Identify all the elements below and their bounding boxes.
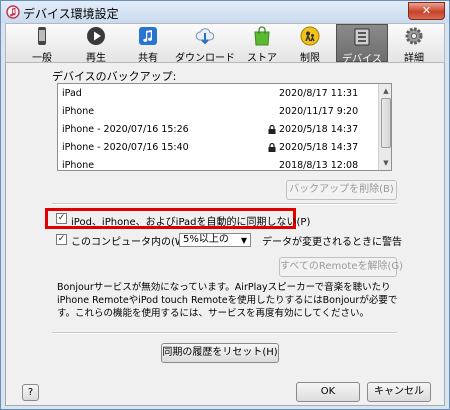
backup-date: 2018/8/13 12:08 (279, 160, 359, 171)
chevron-down-icon: ▼ (240, 236, 247, 245)
tab-sharing[interactable]: 共有 (126, 24, 170, 64)
backup-name: iPhone - 2020/07/16 15:40 (62, 142, 189, 153)
backup-date: 2020/5/18 14:37 (279, 142, 359, 153)
tab-restrictions-label: 制限 (300, 53, 320, 64)
tab-advanced[interactable]: 詳細 (392, 24, 436, 64)
tab-general-label: 一般 (32, 53, 52, 64)
backup-list-scrollbar[interactable]: ▲ ▼ (378, 84, 391, 170)
tab-playback-label: 再生 (86, 53, 106, 64)
device-icon (354, 28, 370, 46)
download-icon (195, 28, 215, 45)
music-note-icon (139, 27, 157, 45)
warn-data-change-suffix: データが変更されるときに警告 (262, 237, 402, 248)
backup-row[interactable]: iPhone - 2020/07/16 15:26 2020/5/18 14:3… (58, 122, 378, 139)
itunes-app-icon (6, 5, 20, 19)
tab-downloads[interactable]: ダウンロード (172, 24, 238, 64)
tab-advanced-label: 詳細 (404, 53, 424, 64)
tab-store-label: ストア (247, 53, 277, 64)
help-button[interactable]: ? (22, 384, 39, 401)
backup-name: iPhone - 2020/07/16 15:26 (62, 124, 189, 135)
preferences-toolbar: 一般 再生 共有 ダウンロード ストア 制限 デバイス 詳細 (5, 23, 445, 65)
warn-data-change-label[interactable]: このコンピュータ内の(W) (71, 233, 189, 248)
warn-data-change-checkbox[interactable]: ✓ (56, 234, 67, 245)
backup-list[interactable]: iPad 2020/8/17 11:31 iPhone 2020/11/17 9… (57, 83, 392, 171)
tab-general[interactable]: 一般 (20, 24, 64, 64)
backup-name: iPhone (62, 160, 95, 171)
tab-store[interactable]: ストア (240, 24, 284, 64)
backup-name: iPhone (62, 106, 95, 117)
warn-threshold-select[interactable]: 5%以上の ▼ (179, 233, 251, 247)
ok-button[interactable]: OK (296, 382, 360, 402)
remove-all-remotes-button[interactable]: すべてのRemoteを解除(G) (279, 257, 403, 277)
warn-threshold-value: 5%以上の (183, 234, 229, 245)
backup-date: 2020/8/17 11:31 (279, 88, 359, 99)
tab-downloads-label: ダウンロード (175, 53, 235, 64)
lock-icon (268, 125, 276, 134)
backup-row[interactable]: iPad 2020/8/17 11:31 (58, 86, 378, 103)
scroll-up-arrow-icon[interactable]: ▲ (380, 85, 391, 97)
reset-sync-history-button[interactable]: 同期の履歴をリセット(H) (161, 343, 279, 363)
shopping-bag-icon (254, 26, 270, 46)
prevent-sync-checkbox[interactable]: ✓ (56, 213, 67, 224)
parental-control-icon (300, 26, 320, 46)
backup-name: iPad (62, 88, 82, 99)
bonjour-info-text: Bonjourサービスが無効になっています。AirPlayスピーカーで音楽を聴い… (57, 282, 398, 319)
delete-backup-button[interactable]: バックアップを削除(B) (286, 180, 397, 200)
scrollbar-thumb[interactable] (381, 98, 391, 148)
tab-devices[interactable]: デバイス (336, 24, 388, 65)
backup-row[interactable]: iPhone 2020/11/17 9:20 (58, 104, 378, 121)
backups-heading: デバイスのバックアップ: (52, 70, 177, 83)
title-bar[interactable]: デバイス環境設定 ✕ (1, 1, 449, 23)
gear-icon (405, 27, 423, 45)
divider (52, 203, 397, 205)
backup-date: 2020/11/17 9:20 (279, 106, 359, 117)
play-icon (87, 27, 105, 45)
phone-icon (38, 27, 46, 45)
lock-icon (268, 143, 276, 152)
preferences-window: デバイス環境設定 ✕ 一般 再生 共有 ダウンロード ストア 制限 デバイス 詳… (0, 0, 450, 410)
tab-restrictions[interactable]: 制限 (288, 24, 332, 64)
backup-date: 2020/5/18 14:37 (279, 124, 359, 135)
tab-sharing-label: 共有 (138, 53, 158, 64)
cancel-button[interactable]: キャンセル (367, 382, 431, 402)
window-title: デバイス環境設定 (23, 7, 119, 21)
backup-row[interactable]: iPhone - 2020/07/16 15:40 2020/5/18 14:3… (58, 140, 378, 157)
close-button[interactable]: ✕ (408, 2, 445, 20)
prevent-sync-label[interactable]: iPod、iPhone、およびiPadを自動的に同期しない(P) (71, 213, 310, 228)
tab-playback[interactable]: 再生 (74, 24, 118, 64)
divider (52, 332, 397, 334)
scroll-down-arrow-icon[interactable]: ▼ (380, 157, 391, 169)
backup-row[interactable]: iPhone 2018/8/13 12:08 (58, 158, 378, 171)
